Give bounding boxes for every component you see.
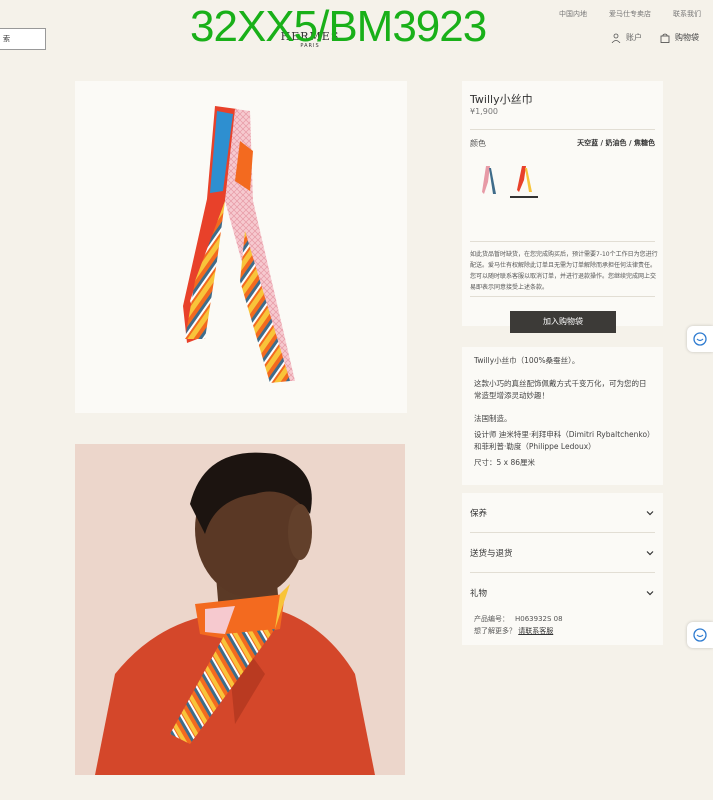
divider xyxy=(470,129,655,130)
add-to-bag-button[interactable]: 加入购物袋 xyxy=(510,311,616,333)
product-image-scarf[interactable] xyxy=(75,81,407,413)
color-swatch-1[interactable] xyxy=(474,164,502,198)
more-label: 想了解更多？ xyxy=(474,627,516,635)
bag-icon xyxy=(660,33,670,43)
chevron-down-icon xyxy=(646,510,654,515)
accordion-shipping[interactable]: 送货与退货 xyxy=(470,533,655,573)
model-illustration xyxy=(75,444,405,775)
product-code-block: 产品编号： H063932S 08 想了解更多？ 请联系客服 xyxy=(474,613,563,637)
accordion-gift[interactable]: 礼物 xyxy=(470,573,655,613)
info-material: Twilly小丝巾（100%桑蚕丝）。 xyxy=(474,356,580,365)
chevron-down-icon xyxy=(646,550,654,555)
chat-icon xyxy=(693,628,707,642)
accordion-care[interactable]: 保养 xyxy=(470,493,655,533)
info-designer: 设计师 迪米特里·利拜申科（Dimitri Rybaltchenko）和菲利普·… xyxy=(474,430,651,451)
cart-button[interactable]: 购物袋 xyxy=(660,32,699,43)
cart-label: 购物袋 xyxy=(675,33,699,42)
accordion-label: 送货与退货 xyxy=(470,548,513,559)
accordion-label: 保养 xyxy=(470,508,488,519)
color-label: 颜色 xyxy=(470,139,486,148)
product-code: H063932S 08 xyxy=(515,615,563,623)
contact-link[interactable]: 请联系客服 xyxy=(518,627,553,635)
info-size: 尺寸：5 x 86厘米 xyxy=(474,458,536,467)
color-swatch-2[interactable] xyxy=(510,164,538,198)
top-link-contact[interactable]: 联系我们 xyxy=(673,9,701,19)
account-button[interactable]: 账户 xyxy=(611,32,642,43)
divider xyxy=(470,296,655,297)
product-title: Twilly小丝巾 xyxy=(470,93,533,106)
product-price: ¥1,900 xyxy=(470,107,498,116)
accordion-panel: 保养 送货与退货 礼物 产品编号： H063932S 08 想了解更多？ 请联系客… xyxy=(462,493,663,645)
scarf-illustration xyxy=(183,106,295,383)
search-input[interactable]: 索 xyxy=(0,28,46,50)
user-icon xyxy=(611,33,621,43)
divider xyxy=(470,241,655,242)
chat-widget-button[interactable] xyxy=(687,622,713,648)
product-code-label: 产品编号： xyxy=(474,615,509,623)
stock-notice: 如此货品暂时缺货，在您完成购买后，预计需要7-10个工作日为您进行配送。爱马仕有… xyxy=(470,251,658,291)
chevron-down-icon xyxy=(646,591,654,596)
account-label: 账户 xyxy=(626,33,642,42)
product-info-panel: Twilly小丝巾（100%桑蚕丝）。 这款小巧的真丝配饰佩戴方式千变万化，可为… xyxy=(462,347,663,485)
product-image-model[interactable] xyxy=(75,444,405,775)
color-value: 天空蓝 / 奶油色 / 焦糖色 xyxy=(577,139,655,147)
chat-icon xyxy=(693,332,707,346)
accordion-label: 礼物 xyxy=(470,589,488,599)
chat-widget-button[interactable] xyxy=(687,326,713,352)
top-link-region[interactable]: 中国内地 xyxy=(559,9,587,19)
info-origin: 法国制造。 xyxy=(474,414,512,423)
top-link-stores[interactable]: 爱马仕专卖店 xyxy=(609,9,651,19)
info-description: 这款小巧的真丝配饰佩戴方式千变万化，可为您的日常造型增添灵动妙趣！ xyxy=(474,379,647,400)
product-panel: Twilly小丝巾 ¥1,900 颜色 天空蓝 / 奶油色 / 焦糖色 如此货品… xyxy=(462,81,663,333)
top-links: 中国内地 爱马仕专卖店 联系我们 xyxy=(559,9,701,19)
watermark-text: 32XX5/BM3923 xyxy=(190,2,487,51)
